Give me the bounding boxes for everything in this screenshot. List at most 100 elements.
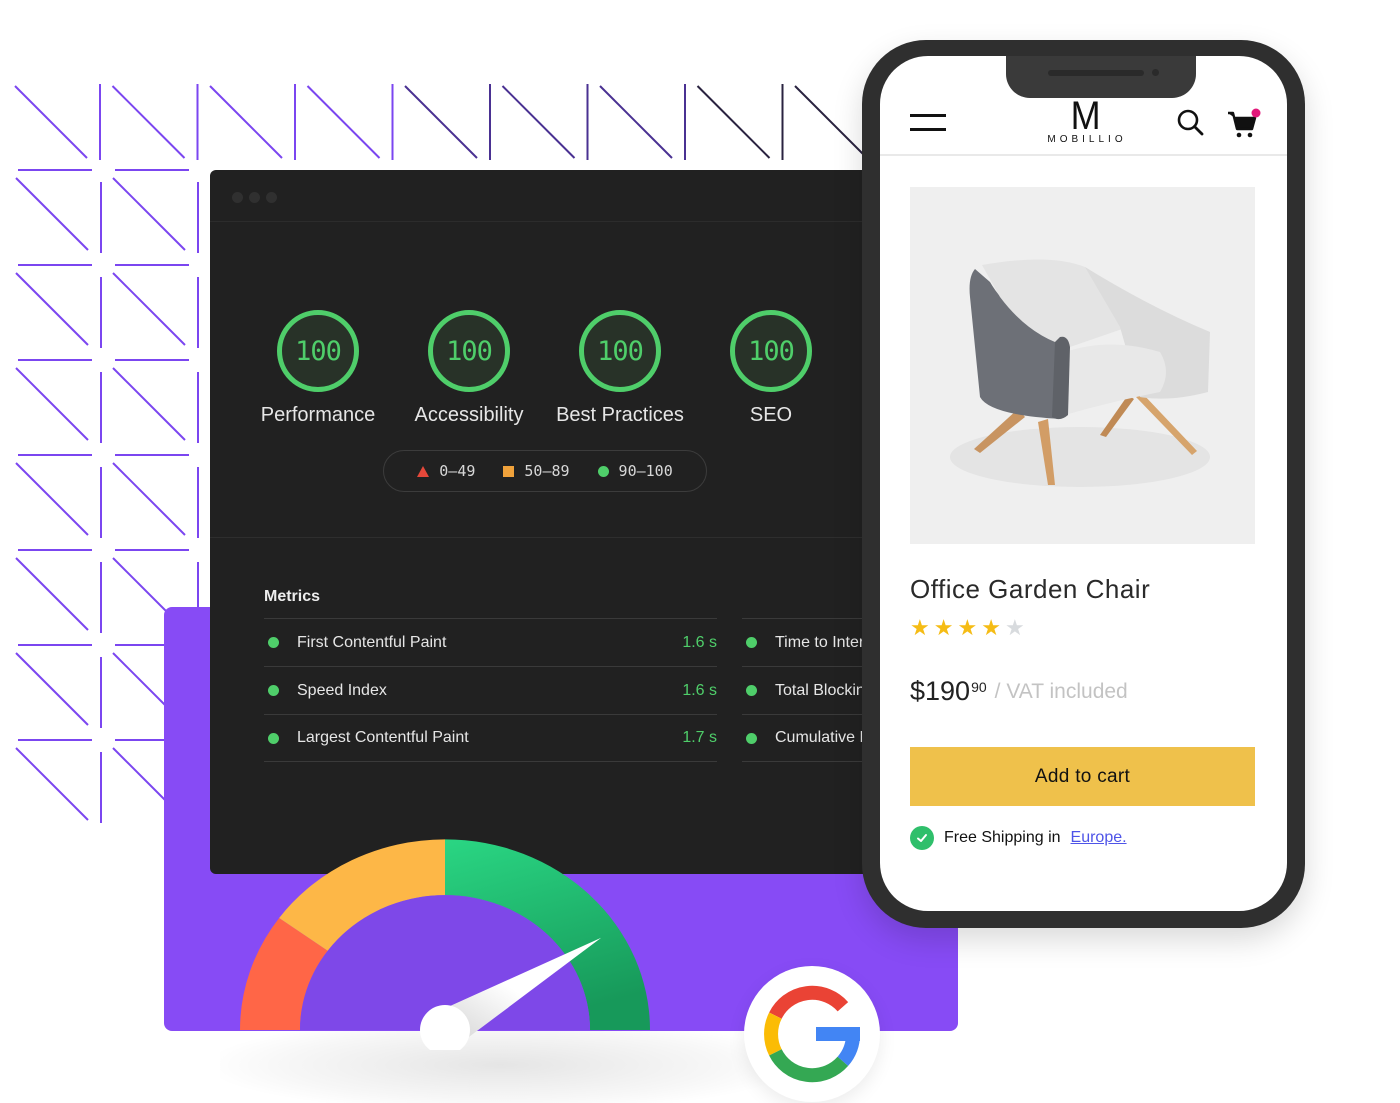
speedometer-gauge (240, 839, 650, 1050)
metric-value: 1.7 s (682, 729, 717, 746)
app-header: M MOBILLIO (880, 96, 1287, 156)
metric-row: Largest Contentful Paint 1.7 s (264, 714, 717, 762)
square-icon (503, 465, 515, 477)
pattern-line (111, 85, 186, 159)
pass-dot-icon (746, 732, 757, 744)
score-gauge-accessibility[interactable]: 100 Accessibility (399, 310, 539, 427)
pattern-line (112, 177, 186, 251)
pattern-line (404, 85, 478, 159)
score-ring: 100 (277, 310, 359, 392)
price-cents: 90 (971, 679, 987, 695)
metric-name: First Contentful Paint (297, 633, 447, 651)
add-to-cart-button[interactable]: Add to cart (910, 747, 1255, 806)
product-title: Office Garden Chair (910, 574, 1151, 604)
pattern-line (15, 367, 89, 441)
metric-row: First Contentful Paint 1.6 s (264, 618, 717, 666)
hamburger-menu-icon[interactable] (910, 114, 946, 134)
score-gauge-best-practices[interactable]: 100 Best Practices (550, 310, 690, 427)
lighthouse-report-window: 100 Performance 100 Accessibility 100 Be… (210, 170, 870, 874)
score-label: SEO (749, 404, 793, 426)
pass-dot-icon (746, 685, 757, 696)
score-label: Accessibility (414, 404, 524, 426)
pass-dot-icon (268, 732, 279, 744)
metric-name: Speed Index (297, 681, 387, 699)
star-empty-icon: ★ (1004, 615, 1025, 640)
score-gauge-seo[interactable]: 100 SEO (701, 310, 841, 427)
phone-notch (1006, 56, 1196, 98)
phone-mockup: M MOBILLIO Office Garden Chair ★ ★ ★ ★ ★… (862, 40, 1305, 928)
window-minimize-dot[interactable] (249, 192, 260, 203)
pattern-line (306, 85, 381, 159)
pattern-line (501, 85, 576, 159)
metric-row: Total Blocking Time (742, 666, 870, 714)
pattern-line (15, 177, 89, 251)
metric-row: Speed Index 1.6 s (264, 666, 717, 714)
pattern-line (15, 557, 89, 631)
legend-range: 0–49 (439, 462, 476, 480)
star-filled-icon: ★ (910, 615, 930, 640)
cart-icon[interactable] (1226, 108, 1262, 140)
star-filled-icon: ★ (981, 615, 1001, 640)
google-g-icon (764, 985, 861, 1083)
pattern-line (112, 367, 186, 441)
phone-screen: M MOBILLIO Office Garden Chair ★ ★ ★ ★ ★… (880, 56, 1287, 911)
metric-value: 1.6 s (682, 633, 717, 651)
metric-row: Cumulative Layout Shift (742, 714, 870, 762)
pass-dot-icon (268, 637, 279, 648)
window-titlebar (210, 170, 870, 222)
pattern-line (112, 462, 186, 536)
brand-mark: M (1070, 94, 1100, 138)
metric-name: Cumulative Layout Shift (775, 729, 870, 746)
price-main: $190 (910, 676, 971, 706)
pass-dot-icon (268, 685, 279, 696)
legend-item-pass: 90–100 (597, 462, 673, 480)
pattern-line (599, 85, 673, 159)
window-close-dot[interactable] (232, 192, 243, 203)
circle-icon (597, 465, 609, 477)
metric-row: Time to Interactive (742, 618, 870, 666)
product-rating: ★ ★ ★ ★ ★ (910, 617, 1025, 639)
pattern-line (112, 272, 186, 346)
pattern-line (15, 462, 89, 536)
triangle-icon (417, 465, 430, 477)
metric-name: Total Blocking Time (775, 681, 870, 699)
shipping-info: Free Shipping in Europe. (910, 826, 1127, 850)
pattern-line (15, 272, 89, 346)
speaker-grille (1048, 70, 1144, 76)
legend-item-average: 50–89 (503, 462, 570, 480)
product-image[interactable] (910, 187, 1255, 544)
legend-range: 50–89 (524, 462, 570, 480)
pass-dot-icon (746, 637, 757, 648)
google-logo-badge (744, 966, 880, 1102)
metric-name: Time to Interactive (775, 633, 870, 651)
legend-range: 90–100 (618, 462, 673, 480)
score-ring: 100 (579, 310, 661, 392)
cart-badge (1251, 108, 1261, 118)
pattern-line (15, 652, 89, 726)
checkmark-icon (910, 826, 934, 850)
product-price: $190 90 / VAT included (910, 676, 1128, 707)
star-filled-icon: ★ (957, 615, 978, 640)
pattern-line (14, 85, 88, 159)
pattern-line (794, 85, 868, 159)
pattern-line (15, 747, 89, 821)
metrics-column-right: Time to Interactive Total Blocking Time … (742, 618, 870, 762)
shipping-text: Free Shipping in (944, 829, 1061, 846)
window-maximize-dot[interactable] (266, 192, 277, 203)
price-vat-note: / VAT included (994, 680, 1128, 703)
pattern-line (209, 85, 283, 159)
shipping-region-link[interactable]: Europe. (1071, 829, 1127, 847)
score-ring: 100 (428, 310, 510, 392)
score-legend: 0–49 50–89 90–100 (383, 450, 707, 492)
pattern-line (696, 85, 771, 159)
score-ring: 100 (730, 310, 812, 392)
metric-value: 1.6 s (682, 681, 717, 699)
metrics-heading: Metrics (264, 588, 321, 605)
score-label: Performance (260, 404, 376, 426)
brand-logo[interactable]: M MOBILLIO (1030, 96, 1140, 145)
metrics-column-left: First Contentful Paint 1.6 s Speed Index… (264, 618, 717, 762)
star-filled-icon: ★ (933, 615, 954, 640)
metric-name: Largest Contentful Paint (297, 729, 469, 746)
score-gauge-performance[interactable]: 100 Performance (248, 310, 388, 427)
search-icon[interactable] (1176, 108, 1206, 138)
